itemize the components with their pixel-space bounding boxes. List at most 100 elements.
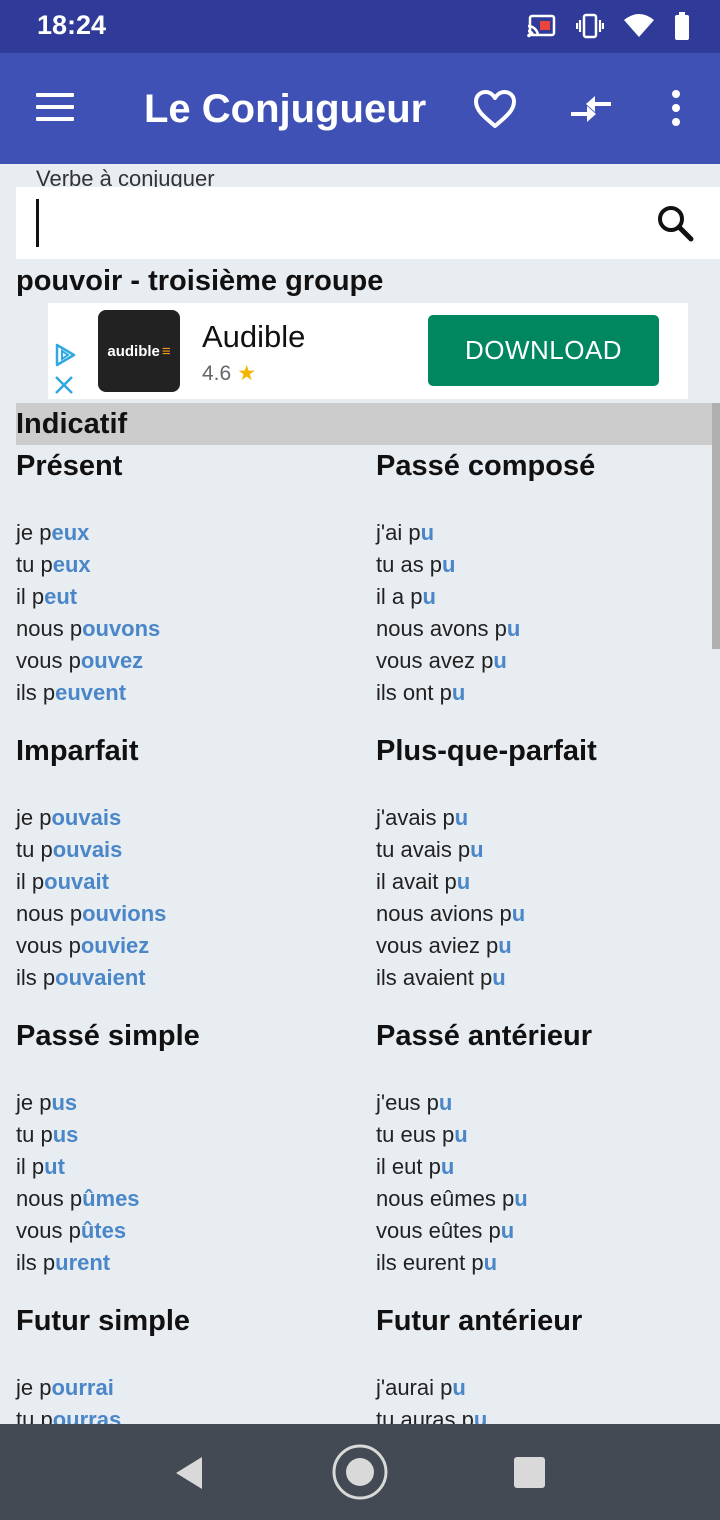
ad-app-name: Audible [202, 319, 306, 354]
ad-close-icon[interactable] [54, 375, 74, 395]
conjugation-ending: ouvaient [55, 965, 146, 990]
conjugation-line: tu pouvais [16, 837, 122, 863]
conjugation-ending: ouvais [52, 837, 123, 862]
conjugation-line: il put [16, 1154, 65, 1180]
conjugation-line: tu as pu [376, 552, 456, 578]
conjugation-stem: ils avaient p [376, 965, 493, 990]
recent-apps-icon[interactable] [514, 1457, 545, 1488]
conjugation-line: nous avions pu [376, 901, 525, 927]
tense-heading: Futur antérieur [376, 1305, 583, 1337]
verb-search-box[interactable] [16, 187, 720, 261]
conjugation-ending: u [511, 901, 526, 926]
conjugation-stem: tu p [16, 1122, 53, 1147]
conjugation-stem: vous p [16, 1218, 81, 1243]
conjugation-stem: tu p [16, 552, 53, 577]
home-icon[interactable] [332, 1444, 388, 1500]
conjugation-ending: us [51, 1090, 78, 1115]
conjugation-stem: je p [16, 1090, 52, 1115]
more-options-icon[interactable] [668, 90, 684, 126]
conjugation-ending: u [452, 1375, 466, 1400]
conjugation-line: tu eus pu [376, 1122, 468, 1148]
conjugation-stem: j'eus p [376, 1090, 439, 1115]
conjugation-ending: ouvais [51, 805, 122, 830]
conjugation-ending: u [514, 1186, 528, 1211]
conjugation-ending: euvent [55, 680, 127, 705]
ad-choices-icon[interactable] [53, 343, 77, 367]
conjugation-stem: il eut p [376, 1154, 441, 1179]
conjugation-ending: u [420, 520, 435, 545]
compare-arrows-icon[interactable] [569, 93, 613, 125]
conjugation-ending: ûtes [80, 1218, 127, 1243]
conjugation-stem: nous p [16, 616, 83, 641]
search-icon[interactable] [656, 204, 694, 242]
conjugation-ending: u [470, 837, 484, 862]
conjugation-line: ils peuvent [16, 680, 126, 706]
conjugation-stem: vous aviez p [376, 933, 499, 958]
conjugation-stem: j'avais p [376, 805, 455, 830]
audible-logo: audible ≡ [98, 310, 180, 392]
conjugation-line: je pus [16, 1090, 77, 1116]
conjugation-ending: ûmes [82, 1186, 140, 1211]
conjugation-stem: tu eus p [376, 1122, 455, 1147]
vibrate-icon [576, 13, 604, 39]
conjugation-ending: u [422, 584, 436, 609]
conjugation-ending: u [492, 965, 506, 990]
ad-download-button[interactable]: DOWNLOAD [428, 315, 659, 386]
conjugation-ending: eux [51, 520, 90, 545]
star-icon: ★ [237, 362, 257, 385]
conjugation-ending: u [483, 1250, 498, 1275]
conjugation-line: il peut [16, 584, 77, 610]
text-caret [36, 199, 39, 247]
verb-title: pouvoir - troisième groupe [16, 265, 384, 297]
conjugation-ending: u [454, 805, 469, 830]
conjugation-line: vous pûtes [16, 1218, 126, 1244]
conjugation-line: tu avais pu [376, 837, 484, 863]
menu-icon[interactable] [36, 91, 76, 125]
conjugation-line: j'avais pu [376, 805, 468, 831]
tense-heading: Plus-que-parfait [376, 735, 597, 767]
conjugation-stem: ils p [16, 1250, 56, 1275]
conjugation-line: il eut pu [376, 1154, 454, 1180]
tense-heading: Futur simple [16, 1305, 191, 1337]
conjugation-stem: tu p [16, 837, 53, 862]
conjugation-ending: u [493, 648, 507, 673]
conjugation-ending: u [498, 933, 512, 958]
conjugation-line: tu pus [16, 1122, 78, 1148]
conjugation-stem: il avait p [376, 869, 457, 894]
conjugation-stem: il p [16, 1154, 45, 1179]
conjugation-ending: u [440, 1154, 455, 1179]
conjugation-ending: u [456, 869, 471, 894]
conjugation-line: je pouvais [16, 805, 121, 831]
conjugation-ending: ut [44, 1154, 65, 1179]
conjugation-line: j'eus pu [376, 1090, 452, 1116]
tense-heading: Imparfait [16, 735, 139, 767]
scrollbar-thumb[interactable] [712, 403, 720, 649]
conjugation-line: nous eûmes pu [376, 1186, 528, 1212]
conjugation-stem: nous eûmes p [376, 1186, 515, 1211]
conjugation-stem: ils p [16, 680, 56, 705]
conjugation-line: ils eurent pu [376, 1250, 497, 1276]
conjugation-stem: tu avais p [376, 837, 471, 862]
conjugation-line: nous avons pu [376, 616, 520, 642]
wifi-icon [624, 14, 654, 37]
conjugation-stem: il p [16, 869, 45, 894]
conjugation-ending: u [438, 1090, 453, 1115]
conjugation-line: vous eûtes pu [376, 1218, 514, 1244]
conjugation-line: il a pu [376, 584, 436, 610]
conjugation-line: nous pouvons [16, 616, 160, 642]
favorite-heart-icon[interactable] [473, 89, 517, 129]
conjugation-ending: ouvons [82, 616, 161, 641]
mood-header: Indicatif [16, 403, 712, 445]
app-bar: Le Conjugueur [0, 53, 720, 164]
verb-search-input[interactable] [44, 187, 648, 261]
back-icon[interactable] [174, 1456, 204, 1490]
conjugation-stem: j'aurai p [376, 1375, 453, 1400]
app-title: Le Conjugueur [144, 87, 427, 131]
conjugation-stem: nous p [16, 901, 83, 926]
conjugation-line: vous aviez pu [376, 933, 512, 959]
conjugation-ending: ouvez [80, 648, 144, 673]
ad-banner[interactable]: audible ≡ Audible 4.6 ★ DOWNLOAD [48, 303, 688, 399]
conjugation-stem: il p [16, 584, 45, 609]
conjugation-line: il pouvait [16, 869, 109, 895]
conjugation-ending: us [52, 1122, 79, 1147]
